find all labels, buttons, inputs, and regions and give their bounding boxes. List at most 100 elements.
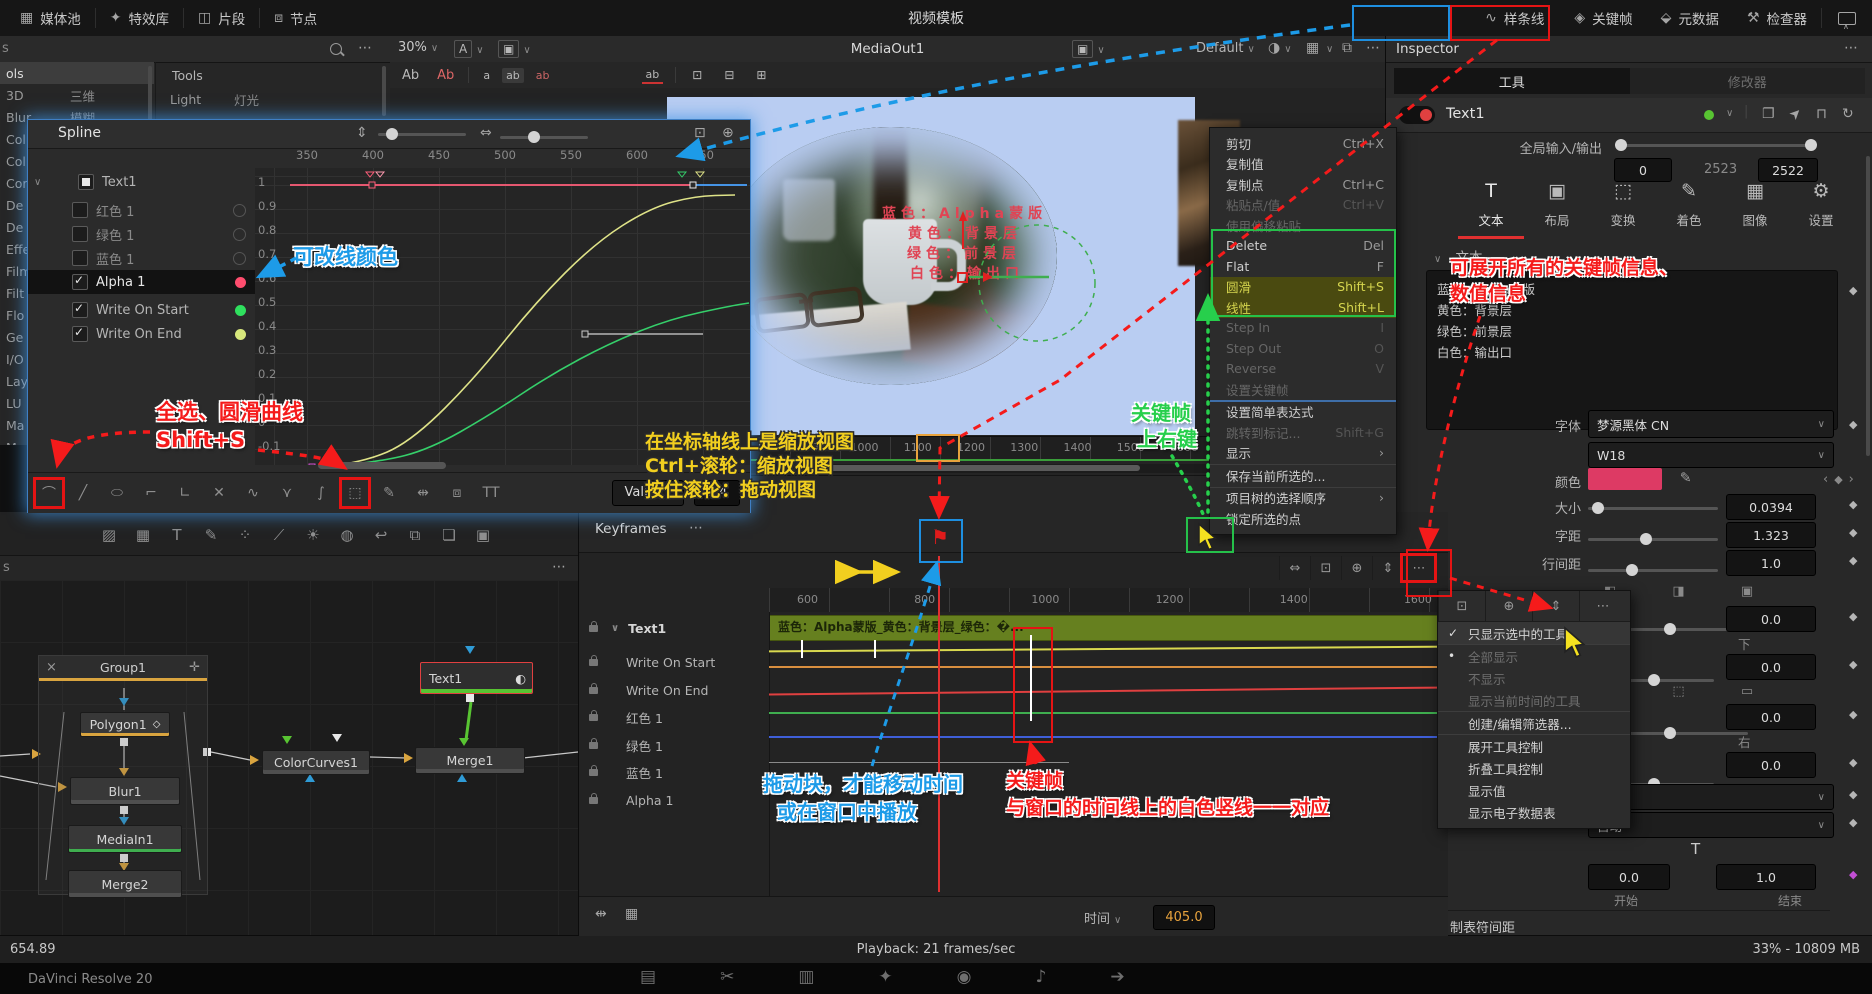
spline-tool-icon[interactable]: ∟ bbox=[172, 480, 198, 506]
popup-menu-item[interactable]: 全部显示 bbox=[1438, 645, 1630, 667]
line-spacing-field[interactable]: 1.0 bbox=[1726, 550, 1816, 576]
proxy-dropdown[interactable]: Default ∨ bbox=[1196, 41, 1255, 56]
spline-tree-row[interactable]: 红色 1 bbox=[28, 198, 256, 222]
popup-menu-item[interactable]: 显示电子数据表 bbox=[1438, 801, 1630, 823]
lock-icon[interactable] bbox=[589, 620, 598, 632]
write-on-end-field[interactable]: 1.0 bbox=[1716, 864, 1816, 890]
chevron-down-icon[interactable]: ∨ bbox=[1726, 108, 1733, 119]
context-menu-item[interactable]: 显示 › bbox=[1210, 443, 1396, 465]
curve-color-dot[interactable] bbox=[235, 328, 246, 340]
spline-tree-row[interactable]: ∨ Text1 bbox=[28, 170, 256, 194]
node-enable-toggle[interactable] bbox=[1399, 106, 1435, 124]
spline-tool-icon[interactable]: ΤΤ bbox=[478, 480, 504, 506]
text-baseline-icon[interactable]: ab bbox=[641, 67, 664, 84]
keyframes-spreadsheet-icon[interactable]: ▦ bbox=[625, 907, 638, 921]
transform-gizmo[interactable] bbox=[949, 207, 1109, 347]
checkbox[interactable] bbox=[72, 273, 88, 290]
nodes-options-icon[interactable]: ⋯ bbox=[552, 560, 566, 574]
keyframes-toolbar-icon[interactable]: ⊕ bbox=[1341, 556, 1372, 580]
v-offset-field[interactable]: 0.0 bbox=[1726, 654, 1816, 680]
popup-menu-item[interactable]: 只显示选中的工具 bbox=[1438, 622, 1630, 645]
group-move-icon[interactable]: ✛ bbox=[189, 660, 207, 675]
keyframes-tree-row[interactable]: 红色 1 bbox=[579, 704, 767, 730]
keyframe-diamond-icon[interactable]: ◆ bbox=[1849, 554, 1857, 567]
write-on-start-field[interactable]: 0.0 bbox=[1588, 864, 1670, 890]
keyframe-set-icon[interactable]: ⊟ bbox=[720, 67, 738, 83]
curve-color-dot[interactable] bbox=[233, 227, 246, 241]
node-polygon1[interactable]: Polygon1 ◇ bbox=[80, 712, 170, 737]
effects-tool-item-light[interactable]: Light 灯光 bbox=[156, 88, 391, 110]
pin-icon[interactable]: ➤ bbox=[1786, 104, 1806, 124]
spline-control-point[interactable] bbox=[308, 463, 316, 465]
tab-spacing-label[interactable]: 制表符间距 bbox=[1450, 921, 1515, 936]
text-case-icon[interactable]: a bbox=[479, 68, 494, 83]
spline-tree-row-selected[interactable]: Alpha 1 bbox=[28, 270, 256, 294]
node-blur1[interactable]: Blur1 bbox=[70, 777, 180, 805]
fusion-tool-icon[interactable]: ↩ bbox=[364, 527, 398, 543]
node-text1[interactable]: Text1 ◐ bbox=[420, 662, 533, 694]
dual-viewer-icon[interactable]: ⧉ bbox=[1342, 41, 1352, 55]
spline-control-point[interactable] bbox=[689, 181, 697, 189]
popup-toolbar-icon[interactable]: ⊕ bbox=[1485, 591, 1532, 621]
spline-plot[interactable] bbox=[255, 168, 750, 465]
keyframe-diamond-icon[interactable]: ◆ bbox=[1849, 756, 1857, 769]
spline-curve-write-on-end-curve[interactable] bbox=[327, 194, 736, 465]
lock-icon[interactable]: ⊓ bbox=[1816, 107, 1827, 121]
inspector-mode-tab[interactable]: ▣ 布局 bbox=[1524, 172, 1590, 236]
keyframes-fit-icon[interactable]: ⇹ bbox=[595, 907, 607, 921]
spline-key-marker[interactable] bbox=[676, 171, 688, 178]
context-menu-item[interactable]: 设置简单表达式 bbox=[1210, 402, 1396, 423]
spline-tool-icon[interactable]: ⬭ bbox=[104, 480, 130, 506]
context-menu-item[interactable]: 保存当前所选的... bbox=[1210, 465, 1396, 488]
node-merge1[interactable]: Merge1 bbox=[415, 747, 525, 774]
popup-toolbar-icon[interactable]: ⋯ bbox=[1579, 591, 1626, 621]
page-switch-icon[interactable]: ▥ bbox=[798, 969, 814, 986]
spline-tool-icon[interactable]: ⌐ bbox=[138, 480, 164, 506]
keyframe-diamond-icon[interactable]: ◆ bbox=[1849, 816, 1857, 829]
fusion-tool-icon[interactable]: ❏ bbox=[432, 527, 466, 543]
keyframe-diamond-icon[interactable]: ◆ bbox=[1849, 284, 1857, 297]
spline-tool-icon[interactable]: ⌒ bbox=[36, 480, 62, 506]
curve-color-dot[interactable] bbox=[235, 276, 246, 288]
global-in-out-slider[interactable] bbox=[1615, 139, 1817, 151]
inspector-mode-tab[interactable]: ▦ 图像 bbox=[1722, 172, 1788, 236]
inspector-scrollbar[interactable] bbox=[1866, 156, 1870, 456]
page-switch-icon[interactable]: ◉ bbox=[957, 969, 972, 986]
fusion-tool-icon[interactable]: ⟋ bbox=[262, 527, 296, 543]
spline-x-ruler[interactable]: 350 400 450 500 550 600 650 bbox=[255, 148, 769, 168]
inspector-mode-tab[interactable]: Τ 文本 bbox=[1458, 172, 1524, 239]
context-menu-item[interactable]: Step Out O bbox=[1210, 338, 1396, 359]
spline-tool-icon[interactable]: ╱ bbox=[70, 480, 96, 506]
keyframe-diamond-icon[interactable]: ◆ bbox=[1849, 708, 1857, 721]
inspector-mode-tab[interactable]: ✎ 着色 bbox=[1656, 172, 1722, 236]
viewer-mode-dropdown[interactable]: ▣ ∨ bbox=[498, 40, 531, 58]
curve-color-dot[interactable] bbox=[233, 203, 246, 217]
effects-library-button[interactable]: ✦ 特效库 bbox=[96, 0, 183, 36]
keyframes-tree-row[interactable]: ∨ Text1 bbox=[579, 615, 767, 641]
text-underline-icon[interactable]: Ab bbox=[398, 67, 423, 84]
keyframes-tree-row[interactable]: 绿色 1 bbox=[579, 732, 767, 758]
text-case-upper-icon[interactable]: ab bbox=[502, 67, 524, 83]
group1-window[interactable]: × Group1 ✛ bbox=[38, 655, 208, 895]
line-spacing-slider[interactable] bbox=[1588, 564, 1718, 576]
gamut-icon[interactable]: ◑ ∨ bbox=[1268, 41, 1292, 55]
inspector-mode-tab[interactable]: ⬚ 变换 bbox=[1590, 172, 1656, 236]
spline-control-point[interactable] bbox=[581, 330, 589, 338]
inspector-options-icon[interactable]: ⋯ bbox=[1844, 41, 1858, 55]
fusion-tool-icon[interactable]: ▨ bbox=[92, 527, 126, 543]
context-menu-item[interactable]: 剪切 Ctrl+X bbox=[1210, 133, 1396, 154]
effects-options-icon[interactable]: ⋯ bbox=[358, 41, 372, 55]
font-dropdown[interactable]: 梦源黑体 CN ∨ bbox=[1588, 410, 1834, 438]
effects-category-item[interactable]: ols bbox=[0, 62, 154, 84]
grid-icon[interactable]: ▦ bbox=[1306, 41, 1319, 55]
media-pool-button[interactable]: ▦ 媒体池 bbox=[6, 0, 95, 36]
keyframe-nav-arrows[interactable]: ‹◆› bbox=[1823, 472, 1860, 487]
node-colorcurves1[interactable]: ColorCurves1 bbox=[262, 750, 370, 775]
checkbox[interactable] bbox=[72, 250, 88, 266]
viewer-zoom-dropdown[interactable]: 30% ∨ bbox=[398, 40, 438, 55]
nodes-button[interactable]: ⧈ 节点 bbox=[260, 0, 331, 36]
fusion-tool-icon[interactable]: ⧉ bbox=[398, 527, 432, 543]
keyframe-diamond-icon[interactable]: ◆ bbox=[1849, 788, 1857, 801]
scrollbar[interactable] bbox=[148, 66, 152, 126]
keyframe-diamond-active-icon[interactable]: ◆ bbox=[1849, 868, 1857, 881]
